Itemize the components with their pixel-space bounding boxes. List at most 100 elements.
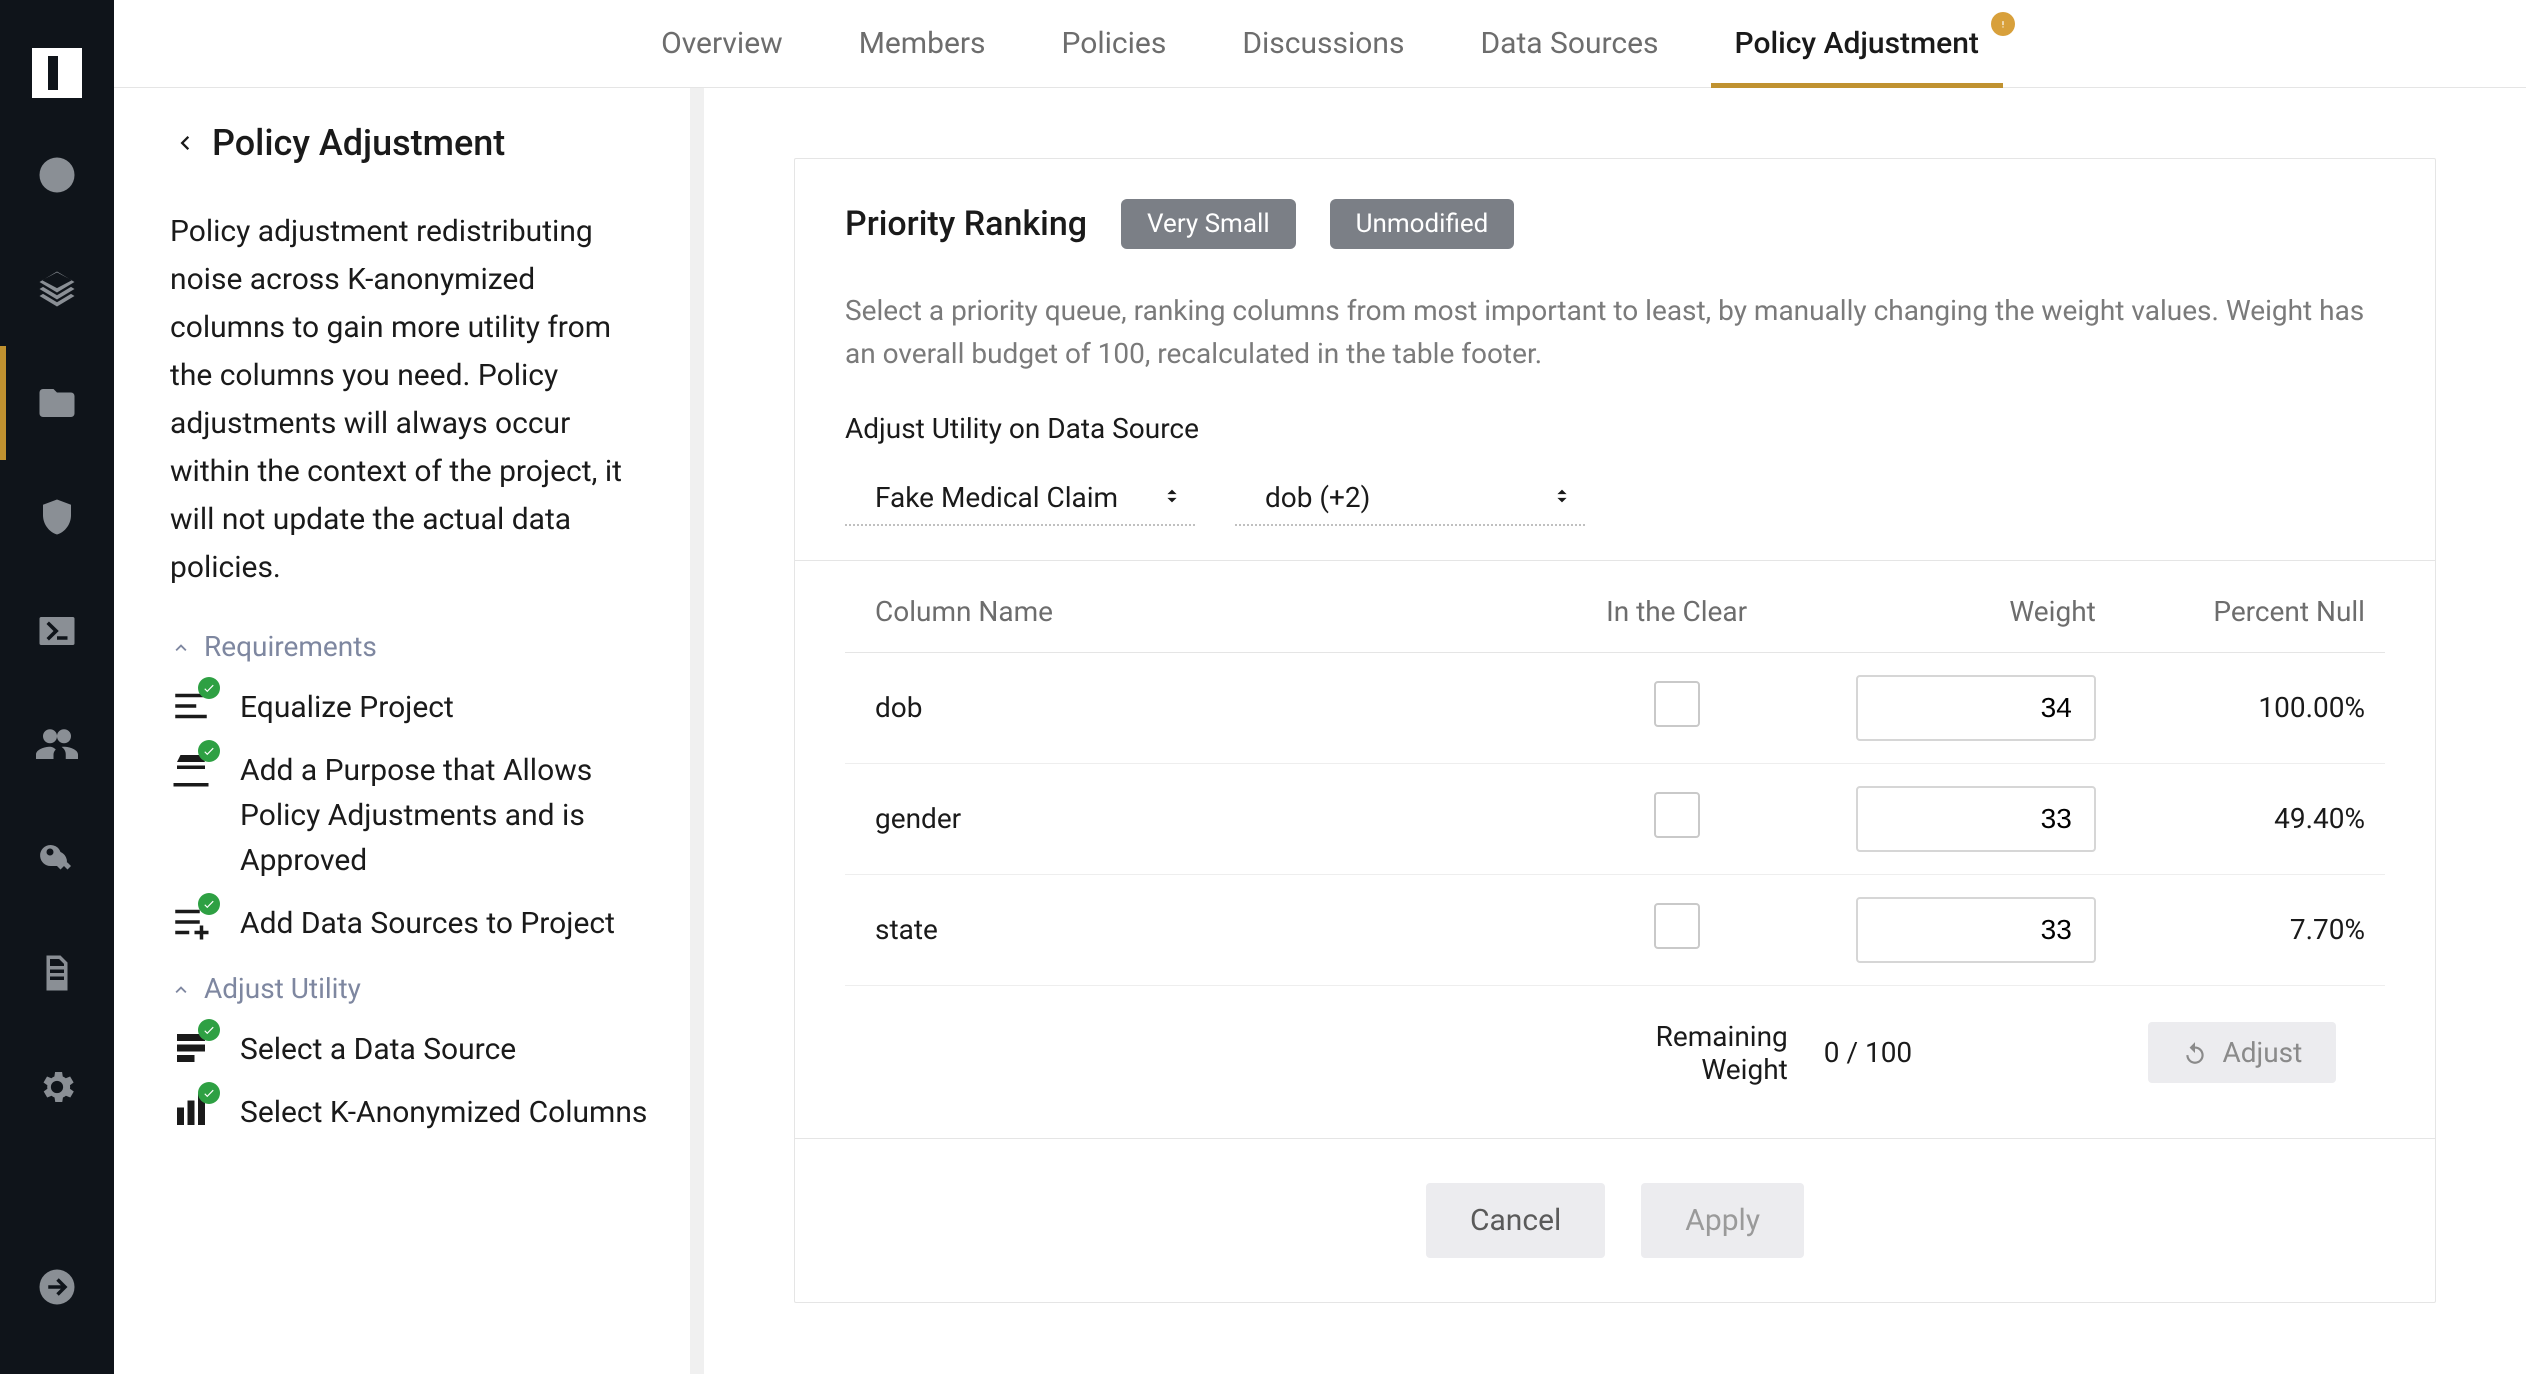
th-percent-null: Percent Null bbox=[2108, 561, 2385, 653]
cell-name: state bbox=[845, 874, 1553, 985]
in-the-clear-checkbox[interactable] bbox=[1654, 903, 1700, 949]
tab-members[interactable]: Members bbox=[853, 0, 992, 87]
rail-exit[interactable] bbox=[0, 1230, 114, 1344]
sort-icon bbox=[1161, 481, 1183, 514]
select-datasource-icon bbox=[170, 1027, 212, 1069]
cell-pnull: 7.70% bbox=[2108, 874, 2385, 985]
priority-ranking-card: Priority Ranking Very Small Unmodified S… bbox=[794, 158, 2436, 1303]
card-title: Priority Ranking bbox=[845, 204, 1087, 244]
table-footer: Remaining Weight 0 / 100 Adjust bbox=[845, 985, 2385, 1108]
card-actions: Cancel Apply bbox=[795, 1138, 2435, 1302]
check-badge-icon bbox=[198, 1019, 220, 1041]
logo-icon[interactable] bbox=[0, 28, 114, 118]
apply-button[interactable]: Apply bbox=[1641, 1183, 1804, 1258]
group-requirements-label: Requirements bbox=[204, 630, 377, 663]
side-panel: Policy Adjustment Policy adjustment redi… bbox=[114, 88, 704, 1374]
table-row: dob 100.00% bbox=[845, 652, 2385, 763]
rail-layers[interactable] bbox=[0, 232, 114, 346]
rail-key[interactable] bbox=[0, 802, 114, 916]
equalize-icon bbox=[170, 685, 212, 727]
in-the-clear-checkbox[interactable] bbox=[1654, 792, 1700, 838]
add-datasource-icon bbox=[170, 901, 212, 943]
weights-table: Column Name In the Clear Weight Percent … bbox=[845, 561, 2385, 1108]
cell-name: dob bbox=[845, 652, 1553, 763]
selector-datasource-value: Fake Medical Claim bbox=[875, 481, 1118, 514]
top-tabs: Overview Members Policies Discussions Da… bbox=[114, 0, 2526, 88]
th-in-the-clear: In the Clear bbox=[1553, 561, 1799, 653]
in-the-clear-checkbox[interactable] bbox=[1654, 681, 1700, 727]
th-weight: Weight bbox=[1800, 561, 2108, 653]
th-column-name: Column Name bbox=[845, 561, 1553, 653]
main-content: Priority Ranking Very Small Unmodified S… bbox=[704, 88, 2526, 1374]
sidebar-title-text: Policy Adjustment bbox=[212, 122, 505, 164]
cancel-button[interactable]: Cancel bbox=[1426, 1183, 1605, 1258]
requirement-item[interactable]: Add Data Sources to Project bbox=[170, 901, 650, 946]
rail-users[interactable] bbox=[0, 688, 114, 802]
folder-icon bbox=[36, 382, 78, 424]
weight-input[interactable] bbox=[1856, 675, 2096, 741]
layers-icon bbox=[36, 268, 78, 310]
remaining-weight-label: Remaining Weight bbox=[1553, 985, 1799, 1108]
rail-add[interactable] bbox=[0, 118, 114, 232]
requirement-label: Equalize Project bbox=[240, 685, 454, 730]
tab-discussions[interactable]: Discussions bbox=[1236, 0, 1410, 87]
adjust-utility-label: Select K-Anonymized Columns bbox=[240, 1090, 647, 1135]
adjust-utility-label: Select a Data Source bbox=[240, 1027, 516, 1072]
shield-icon bbox=[36, 496, 78, 538]
tab-overview[interactable]: Overview bbox=[655, 0, 789, 87]
tab-data-sources[interactable]: Data Sources bbox=[1474, 0, 1664, 87]
selector-datasource[interactable]: Fake Medical Claim bbox=[845, 475, 1195, 526]
adjust-button[interactable]: Adjust bbox=[2148, 1022, 2336, 1083]
rail-folder[interactable] bbox=[0, 346, 114, 460]
nav-rail bbox=[0, 0, 114, 1374]
weight-input[interactable] bbox=[1856, 897, 2096, 963]
check-badge-icon bbox=[198, 1082, 220, 1104]
adjust-utility-item[interactable]: Select a Data Source bbox=[170, 1027, 650, 1072]
cell-pnull: 49.40% bbox=[2108, 763, 2385, 874]
requirement-label: Add a Purpose that Allows Policy Adjustm… bbox=[240, 748, 650, 883]
pill-very-small[interactable]: Very Small bbox=[1121, 199, 1296, 249]
sidebar-description: Policy adjustment redistributing noise a… bbox=[170, 208, 650, 592]
remaining-weight-value: 0 / 100 bbox=[1800, 985, 2108, 1108]
group-requirements-toggle[interactable]: Requirements bbox=[170, 630, 650, 663]
group-adjust-utility-toggle[interactable]: Adjust Utility bbox=[170, 972, 650, 1005]
table-row: gender 49.40% bbox=[845, 763, 2385, 874]
users-icon bbox=[36, 724, 78, 766]
arrow-right-circle-icon bbox=[36, 1266, 78, 1308]
selector-columns-value: dob (+2) bbox=[1265, 481, 1370, 514]
gear-icon bbox=[36, 1066, 78, 1108]
adjust-button-label: Adjust bbox=[2222, 1036, 2302, 1069]
weight-input[interactable] bbox=[1856, 786, 2096, 852]
rail-shield[interactable] bbox=[0, 460, 114, 574]
alert-badge-icon bbox=[1991, 12, 2015, 36]
rail-settings[interactable] bbox=[0, 1030, 114, 1144]
key-icon bbox=[36, 838, 78, 880]
check-badge-icon bbox=[198, 893, 220, 915]
requirement-item[interactable]: Add a Purpose that Allows Policy Adjustm… bbox=[170, 748, 650, 883]
adjust-utility-item[interactable]: Select K-Anonymized Columns bbox=[170, 1090, 650, 1135]
sort-icon bbox=[1551, 481, 1573, 514]
table-row: state 7.70% bbox=[845, 874, 2385, 985]
selector-columns[interactable]: dob (+2) bbox=[1235, 475, 1585, 526]
cell-pnull: 100.00% bbox=[2108, 652, 2385, 763]
chevron-up-icon bbox=[170, 978, 192, 1000]
rail-doc[interactable] bbox=[0, 916, 114, 1030]
chevron-left-icon bbox=[170, 129, 198, 157]
plus-circle-icon bbox=[36, 154, 78, 196]
tab-policy-adjustment[interactable]: Policy Adjustment bbox=[1729, 0, 1985, 87]
requirement-label: Add Data Sources to Project bbox=[240, 901, 615, 946]
sidebar-back[interactable]: Policy Adjustment bbox=[170, 122, 650, 164]
adjust-on-source-label: Adjust Utility on Data Source bbox=[845, 412, 2385, 445]
rail-terminal[interactable] bbox=[0, 574, 114, 688]
chevron-up-icon bbox=[170, 636, 192, 658]
check-badge-icon bbox=[198, 740, 220, 762]
refresh-icon bbox=[2182, 1040, 2208, 1066]
cell-name: gender bbox=[845, 763, 1553, 874]
pill-unmodified[interactable]: Unmodified bbox=[1330, 199, 1515, 249]
requirement-item[interactable]: Equalize Project bbox=[170, 685, 650, 730]
select-kanon-icon bbox=[170, 1090, 212, 1132]
tab-policy-adjustment-label: Policy Adjustment bbox=[1735, 26, 1979, 61]
tab-policies[interactable]: Policies bbox=[1056, 0, 1173, 87]
purpose-icon bbox=[170, 748, 212, 790]
terminal-icon bbox=[36, 610, 78, 652]
